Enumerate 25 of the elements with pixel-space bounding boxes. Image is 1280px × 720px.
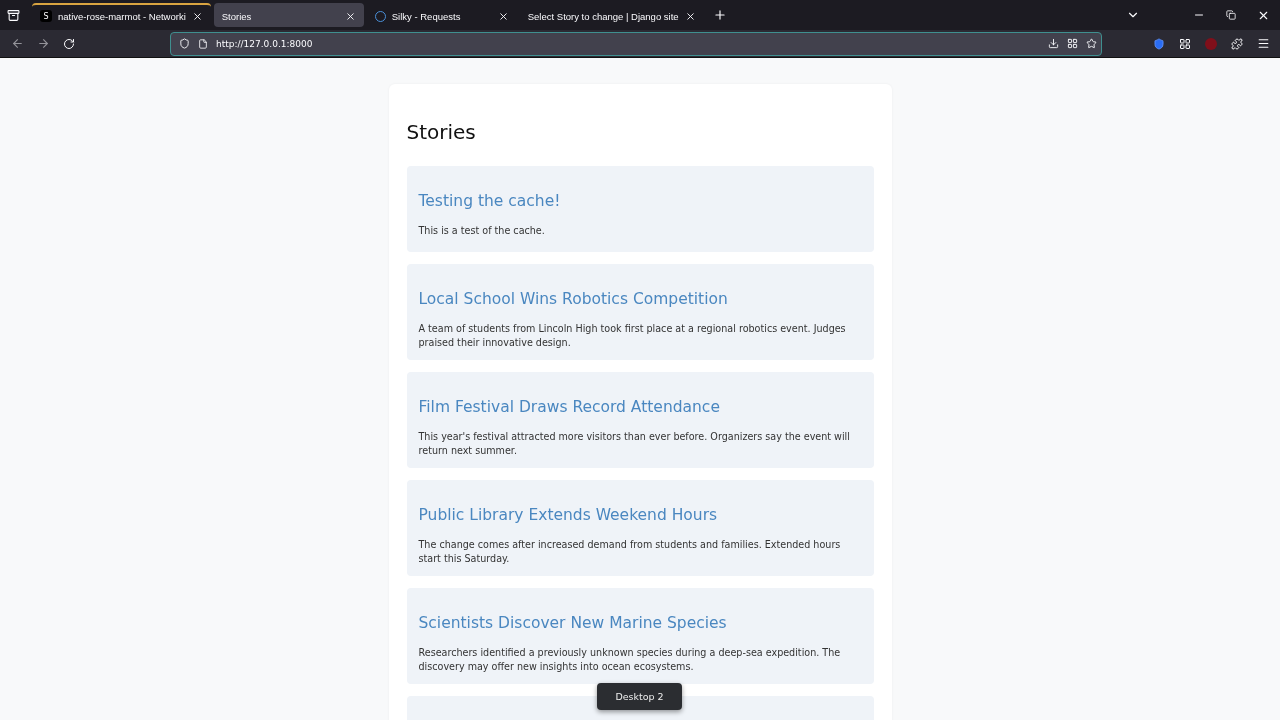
site-icon: S: [40, 10, 52, 22]
desktop-toast: Desktop 2: [597, 683, 682, 710]
story-summary: This year's festival attracted more visitors than ever before. Organizers say the event will return next summer.: [418, 430, 851, 458]
story-summary: A team of students from Lincoln High took first place at a regional robotics event. Judges praised their innovative design.: [418, 322, 847, 350]
close-icon[interactable]: [684, 10, 696, 22]
story-summary: This is a test of the cache.: [418, 224, 546, 238]
browser-tab[interactable]: Select Story to change | Django site: [519, 3, 704, 27]
address-bar[interactable]: http://127.0.0.1:8000: [170, 31, 1102, 56]
page-heading: Stories: [406, 120, 477, 144]
download-icon[interactable]: [1048, 38, 1059, 49]
story-title-link[interactable]: Testing the cache!: [418, 192, 561, 210]
story-title-link[interactable]: Local School Wins Robotics Competition: [418, 290, 728, 308]
grid-icon[interactable]: [1067, 38, 1078, 49]
page-icon: [198, 38, 208, 49]
story-summary: The change comes after increased demand from students and families. Extended hours start this Saturday.: [418, 538, 842, 566]
close-icon[interactable]: [497, 10, 509, 22]
browser-tab[interactable]: Silky - Requests: [366, 3, 517, 27]
shield-icon[interactable]: [179, 38, 190, 49]
close-icon[interactable]: [344, 10, 356, 22]
star-icon[interactable]: [1086, 38, 1097, 49]
browser-tab[interactable]: Stories: [213, 3, 364, 27]
story-title-link[interactable]: Scientists Discover New Marine Species: [418, 614, 727, 632]
browser-tab[interactable]: S native-rose-marmot - Networki: [32, 3, 211, 27]
close-icon[interactable]: [191, 10, 203, 22]
story-summary: Researchers identified a previously unknown species during a deep-sea expedition. The discovery may offer new insights into ocean ecosystems.: [418, 646, 842, 674]
